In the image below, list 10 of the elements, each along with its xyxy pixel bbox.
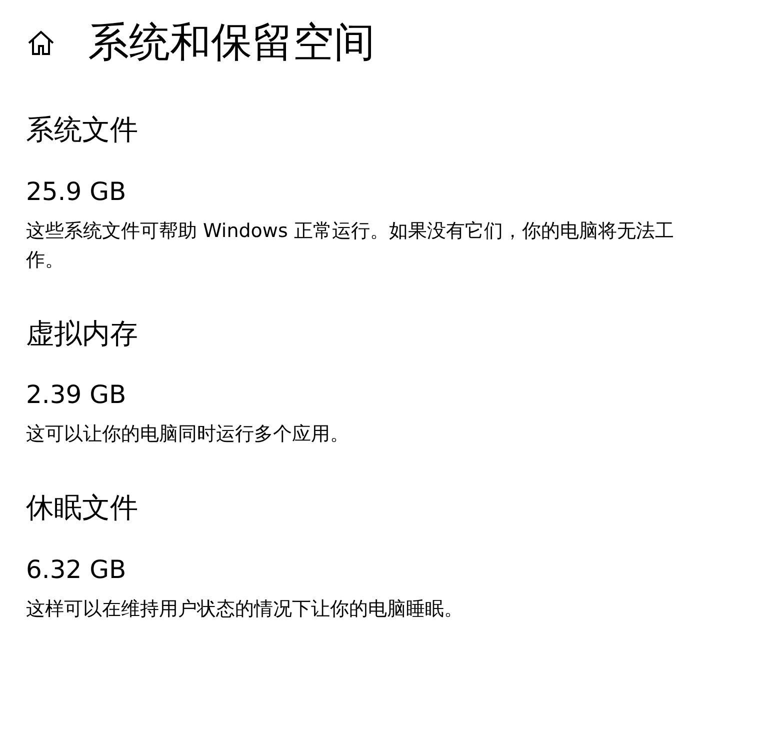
size-value: 25.9 GB [26, 176, 128, 207]
size-value: 6.32 GB [26, 554, 128, 585]
size-value: 2.39 GB [26, 380, 128, 410]
section-description: 这些系统文件可帮助 Windows 正常运行。如果没有它们，你的电脑将无法工作。 [26, 218, 675, 273]
section-description: 这可以让你的电脑同时运行多个应用。 [26, 422, 350, 448]
section-description: 这样可以在维持用户状态的情况下让你的电脑睡眠。 [26, 596, 464, 622]
page-title: 系统和保留空间 [88, 18, 375, 68]
section-heading: 系统文件 [26, 113, 139, 147]
section-heading: 休眠文件 [26, 491, 139, 525]
section-heading: 虚拟内存 [26, 316, 139, 350]
